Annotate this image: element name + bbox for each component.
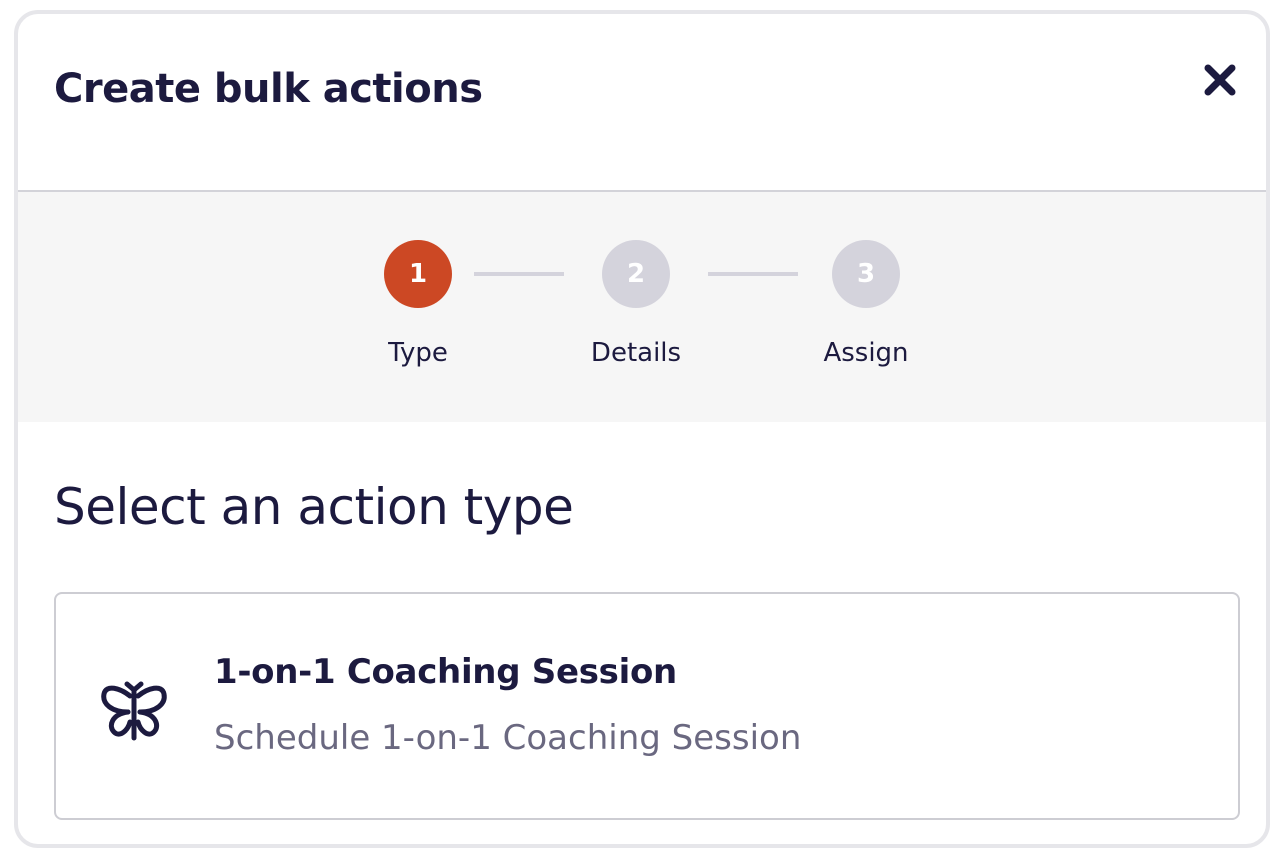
stepper: 1 Type 2 Details 3 Assign (18, 192, 1266, 422)
step-connector (708, 272, 798, 276)
modal-header: Create bulk actions (18, 14, 1266, 192)
step-connector (474, 272, 564, 276)
step-1-indicator: 1 (384, 240, 452, 308)
step-2-indicator: 2 (602, 240, 670, 308)
butterfly-icon (96, 674, 172, 746)
modal-title: Create bulk actions (54, 66, 483, 112)
bulk-actions-modal: Create bulk actions 1 Type 2 Details 3 A… (14, 10, 1270, 848)
action-option-coaching-session[interactable]: 1-on-1 Coaching Session Schedule 1-on-1 … (54, 592, 1240, 820)
step-2-label: Details (590, 338, 682, 368)
option-title: 1-on-1 Coaching Session (214, 652, 677, 692)
section-heading: Select an action type (54, 478, 574, 536)
step-1-label: Type (388, 338, 448, 368)
option-subtitle: Schedule 1-on-1 Coaching Session (214, 718, 802, 758)
step-3-indicator: 3 (832, 240, 900, 308)
close-icon[interactable] (1200, 60, 1240, 100)
step-3-label: Assign (823, 338, 909, 368)
